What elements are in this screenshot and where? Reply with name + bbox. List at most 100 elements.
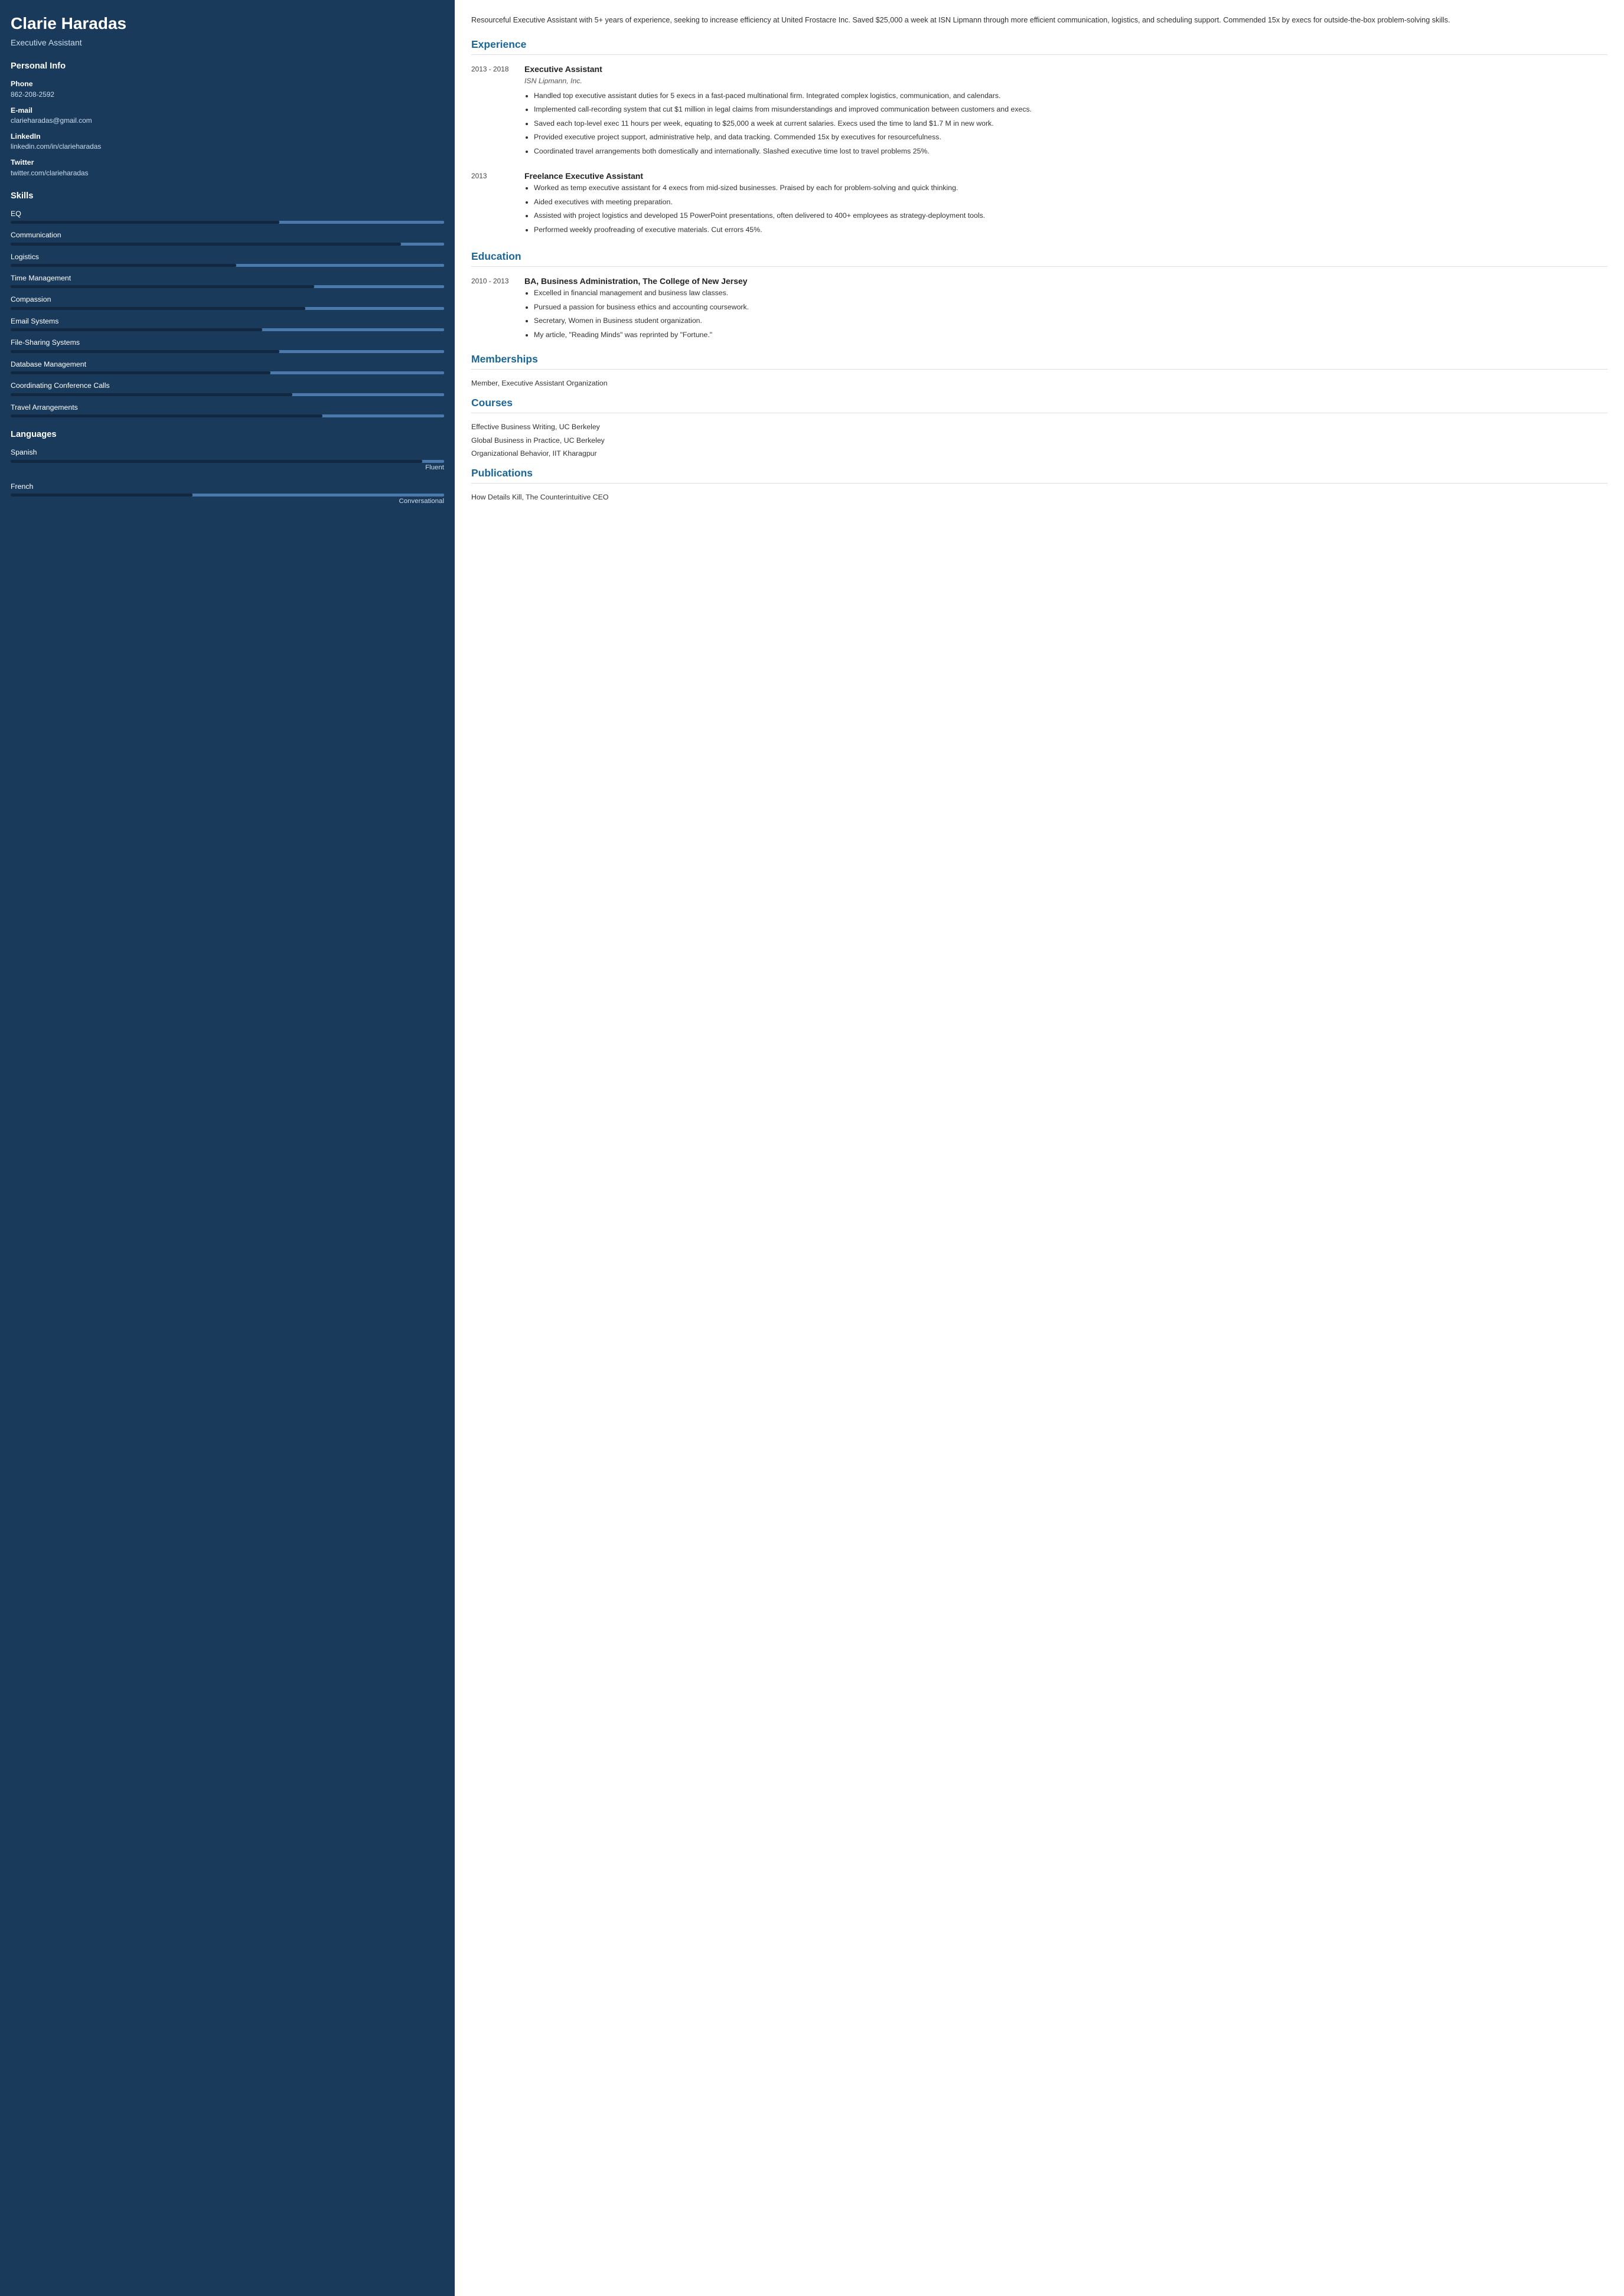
personal-info-heading: Personal Info — [11, 60, 444, 73]
edu-content: BA, Business Administration, The College… — [524, 275, 1607, 343]
skill-name: Database Management — [11, 359, 444, 370]
summary-text: Resourceful Executive Assistant with 5+ … — [471, 14, 1607, 26]
skill-bar — [11, 221, 444, 224]
bullet-item: Coordinated travel arrangements both dom… — [534, 146, 1607, 156]
publications-list: How Details Kill, The Counterintuitive C… — [471, 492, 1607, 502]
skill-bar — [11, 371, 444, 374]
phone-value: 862-208-2592 — [11, 90, 444, 100]
experience-heading: Experience — [471, 37, 1607, 55]
edu-title: BA, Business Administration, The College… — [524, 275, 1607, 288]
skill-bar — [11, 307, 444, 310]
education-entry: 2010 - 2013 BA, Business Administration,… — [471, 275, 1607, 343]
entry-content: Freelance Executive Assistant Worked as … — [524, 170, 1607, 238]
skill-bar — [11, 350, 444, 353]
skill-item: Email Systems — [11, 316, 444, 331]
skill-item: File-Sharing Systems — [11, 337, 444, 352]
skill-name: Compassion — [11, 294, 444, 305]
experience-list: 2013 - 2018 Executive Assistant ISN Lipm… — [471, 63, 1607, 238]
membership-item: Member, Executive Assistant Organization — [471, 378, 1607, 388]
language-name: Spanish — [11, 447, 444, 458]
phone-label: Phone — [11, 79, 444, 89]
skill-bar-fill — [11, 243, 401, 246]
main-content: Resourceful Executive Assistant with 5+ … — [455, 0, 1624, 2296]
course-item: Global Business in Practice, UC Berkeley — [471, 435, 1607, 446]
edu-bullets: Excelled in financial management and bus… — [524, 288, 1607, 340]
skill-bar-fill — [11, 285, 314, 288]
languages-heading: Languages — [11, 428, 444, 441]
language-item: French Conversational — [11, 481, 444, 507]
bullet-item: Performed weekly proofreading of executi… — [534, 224, 1607, 235]
course-item: Effective Business Writing, UC Berkeley — [471, 422, 1607, 432]
language-item: Spanish Fluent — [11, 447, 444, 473]
language-bar — [11, 460, 444, 463]
entry-bullets: Handled top executive assistant duties f… — [524, 90, 1607, 156]
bullet-item: Aided executives with meeting preparatio… — [534, 197, 1607, 207]
email-label: E-mail — [11, 105, 444, 116]
skill-bar — [11, 285, 444, 288]
skill-item: Database Management — [11, 359, 444, 374]
skills-heading: Skills — [11, 190, 444, 203]
entry-date: 2013 - 2018 — [471, 63, 524, 159]
memberships-list: Member, Executive Assistant Organization — [471, 378, 1607, 388]
language-bar-fill — [11, 460, 422, 463]
skill-name: Travel Arrangements — [11, 402, 444, 413]
skill-bar-fill — [11, 264, 236, 267]
skill-item: EQ — [11, 208, 444, 224]
skill-bar-fill — [11, 221, 279, 224]
language-bar-fill — [11, 494, 193, 497]
publication-item: How Details Kill, The Counterintuitive C… — [471, 492, 1607, 502]
language-name: French — [11, 481, 444, 492]
skill-bar-fill — [11, 328, 262, 331]
bullet-item: Provided executive project support, admi… — [534, 132, 1607, 142]
skill-bar — [11, 264, 444, 267]
candidate-title: Executive Assistant — [11, 37, 444, 49]
publications-heading: Publications — [471, 465, 1607, 484]
resume-container: Clarie Haradas Executive Assistant Perso… — [0, 0, 1624, 2296]
skill-bar — [11, 328, 444, 331]
bullet-item: Handled top executive assistant duties f… — [534, 90, 1607, 101]
twitter-label: Twitter — [11, 157, 444, 168]
entry-job-title: Freelance Executive Assistant — [524, 170, 1607, 182]
skill-item: Coordinating Conference Calls — [11, 380, 444, 396]
skill-bar-fill — [11, 371, 270, 374]
bullet-item: Worked as temp executive assistant for 4… — [534, 182, 1607, 193]
courses-heading: Courses — [471, 395, 1607, 413]
education-heading: Education — [471, 249, 1607, 267]
skill-name: File-Sharing Systems — [11, 337, 444, 348]
language-level: Conversational — [11, 497, 444, 507]
skills-list: EQ Communication Logistics Time Manageme… — [11, 208, 444, 418]
skill-bar-fill — [11, 350, 279, 353]
twitter-value: twitter.com/clarieharadas — [11, 168, 444, 179]
skill-name: Logistics — [11, 252, 444, 262]
memberships-heading: Memberships — [471, 351, 1607, 370]
skill-name: Coordinating Conference Calls — [11, 380, 444, 391]
entry-bullets: Worked as temp executive assistant for 4… — [524, 182, 1607, 235]
language-bar — [11, 494, 444, 497]
skill-bar-fill — [11, 307, 305, 310]
entry-company: ISN Lipmann, Inc. — [524, 76, 1607, 86]
entry-job-title: Executive Assistant — [524, 63, 1607, 76]
bullet-item: My article, "Reading Minds" was reprinte… — [534, 329, 1607, 340]
skill-name: EQ — [11, 208, 444, 219]
skill-bar — [11, 393, 444, 396]
bullet-item: Implemented call-recording system that c… — [534, 104, 1607, 115]
experience-entry: 2013 - 2018 Executive Assistant ISN Lipm… — [471, 63, 1607, 159]
entry-date: 2013 — [471, 170, 524, 238]
bullet-item: Excelled in financial management and bus… — [534, 288, 1607, 298]
skill-bar-fill — [11, 393, 292, 396]
entry-content: Executive Assistant ISN Lipmann, Inc. Ha… — [524, 63, 1607, 159]
skill-item: Time Management — [11, 273, 444, 288]
skill-item: Travel Arrangements — [11, 402, 444, 417]
skill-item: Logistics — [11, 252, 444, 267]
skill-bar — [11, 243, 444, 246]
bullet-item: Secretary, Women in Business student org… — [534, 315, 1607, 326]
skill-name: Time Management — [11, 273, 444, 283]
bullet-item: Assisted with project logistics and deve… — [534, 210, 1607, 221]
skill-bar — [11, 414, 444, 417]
email-value: clarieharadas@gmail.com — [11, 116, 444, 126]
course-item: Organizational Behavior, IIT Kharagpur — [471, 448, 1607, 459]
linkedin-value: linkedin.com/in/clarieharadas — [11, 142, 444, 152]
bullet-item: Pursued a passion for business ethics an… — [534, 302, 1607, 312]
candidate-name: Clarie Haradas — [11, 14, 444, 33]
edu-date: 2010 - 2013 — [471, 275, 524, 343]
